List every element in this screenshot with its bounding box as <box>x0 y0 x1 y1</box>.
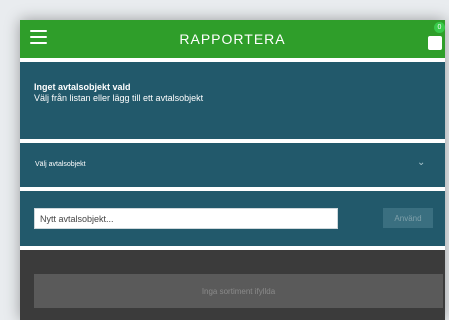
cart-count-badge: 0 <box>434 22 445 33</box>
app-window: RAPPORTERA 0 Inget avtalsobjekt vald Väl… <box>20 20 445 320</box>
no-assortment-button[interactable]: Inga sortiment ifyllda <box>34 274 443 308</box>
select-label: Välj avtalsobjekt <box>35 161 86 168</box>
contract-object-select[interactable]: Välj avtalsobjekt ⌄ <box>20 143 445 187</box>
info-subtitle: Välj från listan eller lägg till ett avt… <box>34 93 204 103</box>
page-title: RAPPORTERA <box>179 31 286 47</box>
use-button[interactable]: Använd <box>383 208 433 228</box>
no-object-info: Inget avtalsobjekt vald Välj från listan… <box>20 62 445 139</box>
app-header: RAPPORTERA 0 <box>20 20 445 58</box>
chevron-down-icon: ⌄ <box>417 157 426 168</box>
info-title: Inget avtalsobjekt vald <box>34 82 131 92</box>
new-object-input[interactable] <box>34 208 338 229</box>
assortment-section: Inga sortiment ifyllda <box>20 250 445 320</box>
add-object-section: Använd <box>20 191 445 246</box>
shopping-bag-icon[interactable]: 0 <box>426 22 445 52</box>
